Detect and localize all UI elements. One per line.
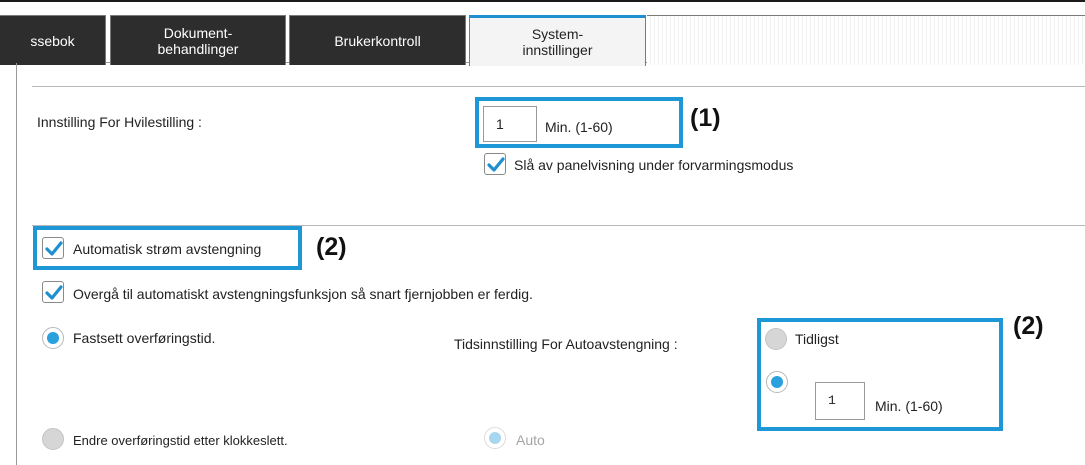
auto-power-off-checkbox[interactable] [42,237,64,259]
tab-system-settings[interactable]: System- innstillinger [469,15,646,66]
auto-radio[interactable] [484,427,506,449]
fixed-transfer-time-radio[interactable] [42,327,64,349]
auto-power-off-timing-label: Tidsinnstilling For Autoavstengning : [454,336,678,352]
tab-address-book[interactable]: ssebok [0,15,106,65]
checkmark-icon [487,157,505,172]
power-off-minutes-input[interactable]: 1 [815,382,865,420]
auto-power-off-label: Automatisk strøm avstengning [73,241,262,257]
sleep-minutes-input[interactable]: 1 [483,106,537,142]
sleep-setting-label: Innstilling For Hvilestilling : [37,114,202,130]
earliest-radio[interactable] [765,328,787,350]
fixed-transfer-time-label: Fastsett overføringstid. [73,330,216,346]
power-off-minutes-unit: Min. (1-60) [875,398,943,414]
remote-job-power-off-checkbox[interactable] [42,281,64,303]
checkmark-icon [45,241,63,256]
tab-document-handling[interactable]: Dokument- behandlinger [110,15,286,65]
callout-2a: (2) [316,233,347,261]
checkmark-icon [45,285,63,300]
tab-bar: ssebok Dokument- behandlinger Brukerkont… [0,0,1085,66]
tab-user-control[interactable]: Brukerkontroll [289,15,466,65]
tab-bar-filler [647,15,1085,65]
highlight-box-2b [757,318,1003,431]
change-by-clock-label: Endre overføringstid etter klokkeslett. [73,433,288,448]
callout-2b: (2) [1013,312,1044,340]
remote-job-power-off-label: Overgå til automatiskt avstengningsfunks… [73,286,533,302]
panel-display-off-checkbox[interactable] [484,153,506,175]
change-by-clock-radio[interactable] [42,428,64,450]
sleep-minutes-unit: Min. (1-60) [545,119,613,135]
content-left-border [16,63,17,465]
auto-label: Auto [516,432,545,448]
earliest-label: Tidligst [795,331,839,347]
panel-display-off-label: Slå av panelvisning under forvarmingsmod… [514,157,794,173]
custom-minutes-radio[interactable] [766,371,788,393]
callout-1: (1) [690,104,721,132]
section-divider-top [32,86,1085,87]
